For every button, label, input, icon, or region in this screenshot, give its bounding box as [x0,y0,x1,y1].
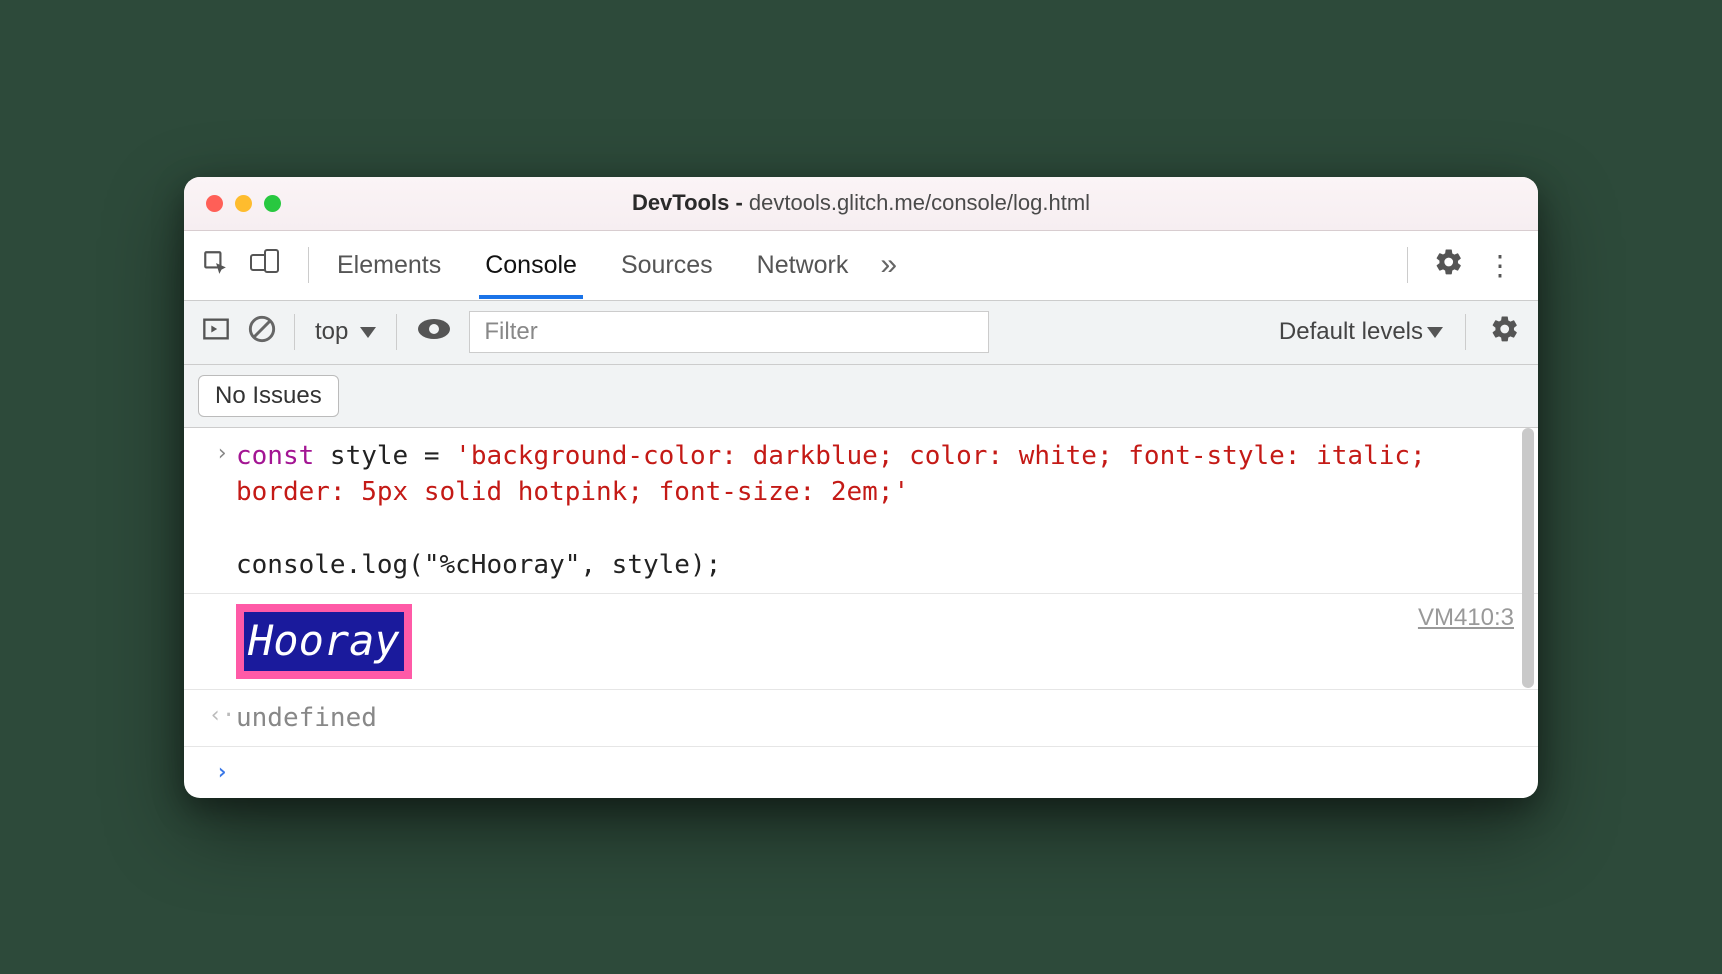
divider [1407,247,1408,283]
gutter [208,604,236,607]
styled-text: Hooray [236,604,412,679]
settings-icon[interactable] [1434,247,1464,284]
console-return-row: ‹· undefined [184,690,1538,747]
filter-input[interactable]: Filter [469,311,989,353]
return-prompt-icon: ‹· [208,700,236,728]
title-prefix: DevTools - [632,190,749,215]
panel-tabs: Elements Console Sources Network » ⋮ [184,231,1538,301]
filter-placeholder: Filter [484,318,537,346]
tab-sources[interactable]: Sources [621,251,713,280]
console-output-row: Hooray VM410:3 [184,594,1538,690]
minimize-icon[interactable] [235,195,252,212]
divider [396,314,397,350]
code-decl: style = [314,441,455,471]
log-levels-selector[interactable]: Default levels [1279,318,1443,346]
more-tabs-icon[interactable]: » [880,248,897,282]
console-input-row: › const style = 'background-color: darkb… [184,428,1538,595]
context-label: top [315,318,348,346]
inspect-icon[interactable] [202,249,228,282]
prompt-icon: › [208,757,236,785]
divider [1465,314,1466,350]
console-toolbar: top Filter Default levels [184,301,1538,365]
console-output: › const style = 'background-color: darkb… [184,428,1538,798]
window-title: DevTools - devtools.glitch.me/console/lo… [184,190,1538,216]
live-expression-icon[interactable] [417,318,451,347]
context-selector[interactable]: top [315,318,376,346]
device-toggle-icon[interactable] [250,248,280,283]
close-icon[interactable] [206,195,223,212]
issues-button[interactable]: No Issues [198,375,339,417]
devtools-window: DevTools - devtools.glitch.me/console/lo… [184,177,1538,798]
styled-output: Hooray [236,604,1408,679]
code-keyword: const [236,441,314,471]
divider [308,247,309,283]
window-controls [206,195,281,212]
levels-label: Default levels [1279,318,1423,346]
code-call: console.log("%cHooray", style); [236,550,721,580]
console-settings-icon[interactable] [1490,314,1520,351]
sidebar-toggle-icon[interactable] [202,315,230,350]
code-entry[interactable]: const style = 'background-color: darkblu… [236,438,1514,584]
title-url: devtools.glitch.me/console/log.html [749,190,1090,215]
zoom-icon[interactable] [264,195,281,212]
tab-network[interactable]: Network [757,251,849,280]
tab-console[interactable]: Console [485,251,577,280]
titlebar: DevTools - devtools.glitch.me/console/lo… [184,177,1538,231]
divider [294,314,295,350]
console-prompt-row[interactable]: › [184,747,1538,795]
tab-elements[interactable]: Elements [337,251,441,280]
issues-bar: No Issues [184,365,1538,428]
return-value: undefined [236,700,1514,736]
scrollbar[interactable] [1522,428,1534,688]
source-link[interactable]: VM410:3 [1418,604,1514,632]
input-prompt-icon: › [208,438,236,466]
chevron-down-icon [1427,327,1443,338]
more-menu-icon[interactable]: ⋮ [1486,249,1514,282]
chevron-down-icon [360,327,376,338]
clear-console-icon[interactable] [248,315,276,350]
